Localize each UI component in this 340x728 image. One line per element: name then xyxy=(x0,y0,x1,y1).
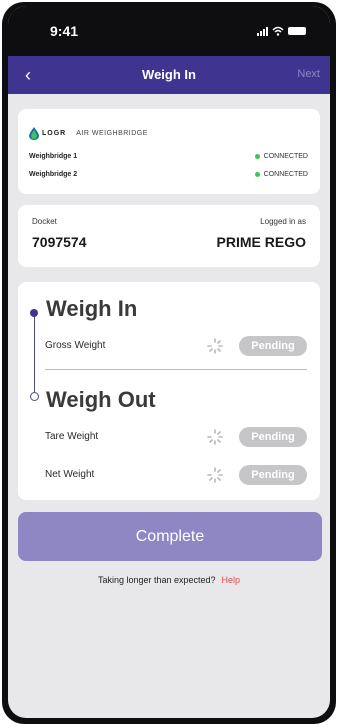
docket-label: Docket xyxy=(32,217,57,226)
nav-bar: ‹ Weigh In Next xyxy=(8,56,330,94)
help-row: Taking longer than expected? Help xyxy=(8,575,330,585)
weighbridge-name: Weighbridge 1 xyxy=(29,153,78,160)
timeline-active-dot xyxy=(30,309,38,317)
wifi-icon xyxy=(272,26,284,36)
status-bar: 9:41 xyxy=(8,6,330,56)
screen: 9:41 ‹ Weigh In Next LOGR AIR WEIGHBRIDG… xyxy=(8,6,330,718)
logged-in-label: Logged in as xyxy=(260,217,306,226)
docket-number: 7097574 xyxy=(32,234,87,250)
timeline-line xyxy=(34,312,35,394)
pending-badge: Pending xyxy=(239,427,307,447)
brand-logo: LOGR AIR WEIGHBRIDGE xyxy=(29,127,148,140)
connection-status-text: CONNECTED xyxy=(263,171,308,178)
pending-badge: Pending xyxy=(239,336,307,356)
logo-subtitle: AIR WEIGHBRIDGE xyxy=(76,130,148,137)
signal-icon xyxy=(257,26,268,36)
tare-weight-label: Tare Weight xyxy=(45,431,99,442)
pending-badge: Pending xyxy=(239,465,307,485)
logged-in-rego: PRIME REGO xyxy=(216,234,306,250)
status-icons xyxy=(257,26,306,36)
weighbridge-row: Weighbridge 2 CONNECTED xyxy=(29,171,308,183)
timeline-inactive-dot xyxy=(30,392,39,401)
weighbridge-name: Weighbridge 2 xyxy=(29,171,78,178)
net-weight-row: Net Weight Pending xyxy=(45,464,307,486)
section-divider xyxy=(45,369,307,370)
docket-card: Docket 7097574 Logged in as PRIME REGO xyxy=(18,205,320,267)
battery-icon xyxy=(288,27,306,35)
weighbridge-card: LOGR AIR WEIGHBRIDGE Weighbridge 1 CONNE… xyxy=(18,109,320,194)
weigh-out-title: Weigh Out xyxy=(46,387,156,412)
connection-status: CONNECTED xyxy=(254,153,308,160)
connection-status-text: CONNECTED xyxy=(263,153,308,160)
logo-mark-icon xyxy=(29,127,39,140)
page-title: Weigh In xyxy=(142,67,196,82)
net-weight-label: Net Weight xyxy=(45,469,95,480)
gross-weight-label: Gross Weight xyxy=(45,340,106,351)
help-text: Taking longer than expected? xyxy=(97,575,216,585)
weigh-progress-card: Weigh In Gross Weight Pending Weigh Out … xyxy=(18,282,320,500)
loading-spinner-icon xyxy=(207,338,223,354)
logo-text: LOGR xyxy=(42,130,67,137)
tare-weight-row: Tare Weight Pending xyxy=(45,426,307,448)
connection-status: CONNECTED xyxy=(254,171,308,178)
status-time: 9:41 xyxy=(50,23,79,39)
next-button[interactable]: Next xyxy=(297,68,320,80)
weigh-in-title: Weigh In xyxy=(46,296,138,321)
connected-dot-icon xyxy=(254,172,260,177)
help-link[interactable]: Help xyxy=(222,575,241,585)
complete-button[interactable]: Complete xyxy=(18,512,322,561)
loading-spinner-icon xyxy=(207,467,223,483)
phone-frame: 9:41 ‹ Weigh In Next LOGR AIR WEIGHBRIDG… xyxy=(2,2,336,724)
weighbridge-row: Weighbridge 1 CONNECTED xyxy=(29,153,308,165)
connected-dot-icon xyxy=(254,154,260,159)
gross-weight-row: Gross Weight Pending xyxy=(45,335,307,357)
loading-spinner-icon xyxy=(207,429,223,445)
